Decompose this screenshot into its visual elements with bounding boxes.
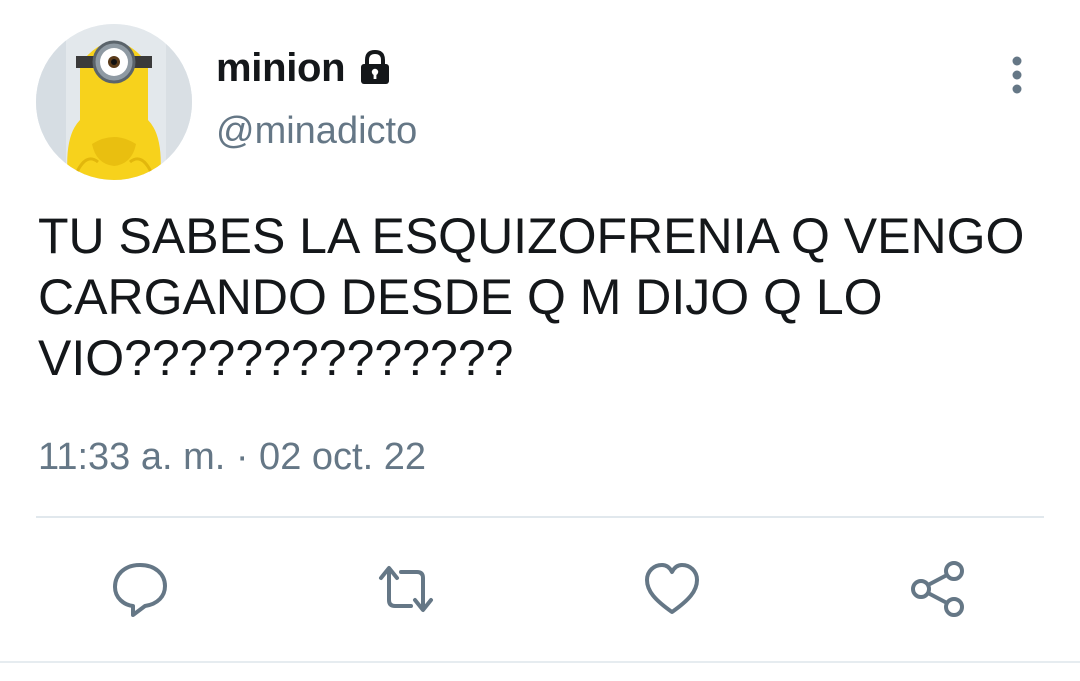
heart-icon [645,563,699,614]
tweet-text: TU SABES LA ESQUIZOFRENIA Q VENGO CARGAN… [38,208,1039,386]
avatar[interactable] [36,24,192,180]
retweet-icon [379,566,433,612]
tweet-timestamp[interactable]: 11:33 a. m. · 02 oct. 22 [38,436,426,479]
author-name-row: minion [216,42,395,94]
minion-avatar-image [36,24,192,180]
more-options-icon[interactable] [996,52,1038,98]
lock-icon [355,48,395,88]
like-button[interactable] [639,556,705,622]
reply-button[interactable] [107,556,173,622]
divider [36,516,1044,518]
reply-icon [113,563,167,617]
display-name[interactable]: minion [216,46,346,91]
bottom-divider [0,661,1080,663]
share-icon [911,561,964,617]
share-button[interactable] [905,556,971,622]
user-handle[interactable]: @minadicto [216,110,417,153]
retweet-button[interactable] [373,556,439,622]
